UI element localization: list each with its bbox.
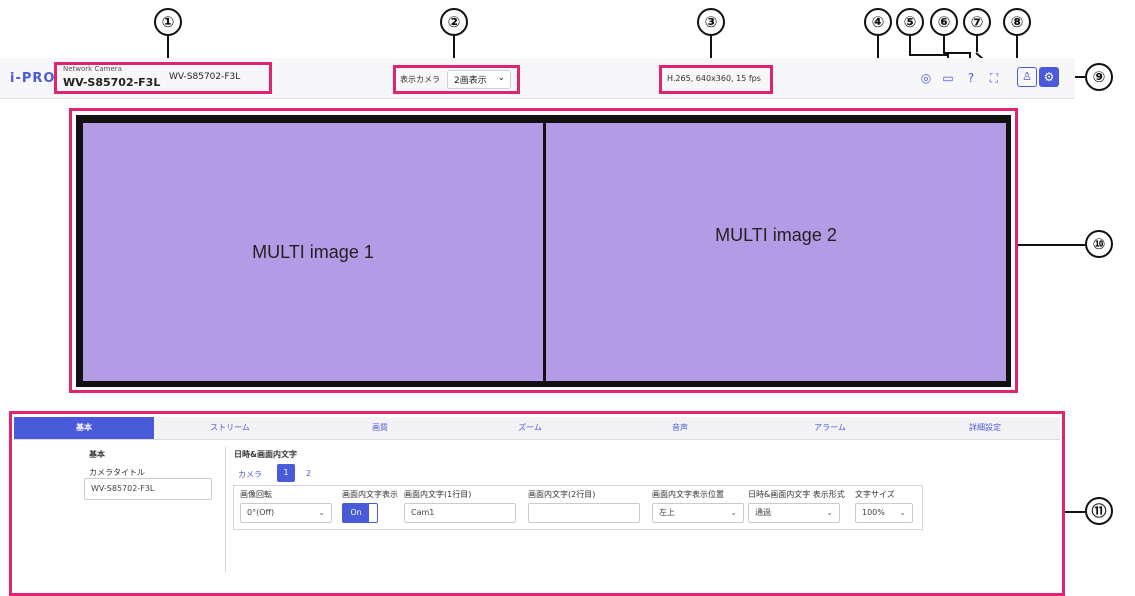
col-font-size: 文字サイズ <box>855 490 895 499</box>
video-record-icon[interactable]: ▭ <box>940 70 956 86</box>
ipro-logo: i-PRO <box>10 71 56 86</box>
leader-line-8 <box>1016 36 1018 60</box>
stream-info: H.265, 640x360, 15 fps <box>667 74 761 83</box>
datetime-format-value: 通過 <box>755 508 771 517</box>
callout-11: ⑪ <box>1085 497 1113 525</box>
osd-toggle-on: On <box>343 504 369 522</box>
leader-line-5 <box>909 36 911 54</box>
chevron-down-icon: ⌄ <box>826 508 833 517</box>
col-osd-display: 画面内文字表示 <box>342 490 398 499</box>
leader-line-6 <box>943 36 945 52</box>
display-camera-value: 2画表示 <box>454 76 487 86</box>
settings-button[interactable]: ⚙ <box>1039 67 1059 87</box>
osd-position-value: 左上 <box>659 508 675 517</box>
basic-heading: 基本 <box>89 450 105 459</box>
osd-line1-input[interactable]: Cam1 <box>404 503 516 523</box>
multi-image-2-label: MULTI image 2 <box>715 225 837 245</box>
camera-type-label: Network Camera <box>63 65 122 73</box>
rotation-value: 0°(Off) <box>247 508 275 517</box>
settings-icon: ⚙ <box>1043 70 1055 84</box>
camera-title-label: カメラタイトル <box>89 468 145 477</box>
tab-image-quality[interactable]: 画質 <box>310 417 450 439</box>
osd-display-toggle[interactable]: On <box>342 503 378 523</box>
callout-4: ④ <box>864 8 892 36</box>
callout-10: ⑩ <box>1085 230 1113 258</box>
fullscreen-icon[interactable]: ⛶ <box>986 70 1002 86</box>
callout-5: ⑤ <box>896 8 924 36</box>
callout-3: ③ <box>697 8 725 36</box>
osd-camera-1-button[interactable]: 1 <box>277 464 295 482</box>
tab-alarm[interactable]: アラーム <box>760 417 900 439</box>
camera-title-input[interactable]: WV-S85702-F3L <box>84 478 212 500</box>
model-name: WV-S85702-F3L <box>63 76 161 89</box>
chevron-down-icon: ⌄ <box>899 508 906 517</box>
panel-divider <box>225 447 226 572</box>
osd-camera-2-button[interactable]: 2 <box>306 469 311 478</box>
display-camera-select[interactable]: 2画表示 ⌄ <box>447 70 511 89</box>
display-camera-label: 表示カメラ <box>400 75 440 84</box>
multi-image-1[interactable]: MULTI image 1 <box>80 120 546 384</box>
leader-line-11 <box>1065 511 1085 513</box>
leader-line-5b <box>909 54 949 56</box>
font-size-value: 100% <box>862 508 885 517</box>
callout-7: ⑦ <box>963 8 991 36</box>
datetime-format-select[interactable]: 通過 ⌄ <box>748 503 840 523</box>
tab-audio[interactable]: 音声 <box>610 417 750 439</box>
callout-2: ② <box>440 8 468 36</box>
live-user-button[interactable]: ♙ <box>1017 67 1037 87</box>
osd-heading: 日時&画面内文字 <box>234 450 297 459</box>
tab-stream[interactable]: ストリーム <box>160 417 300 439</box>
tab-basic[interactable]: 基本 <box>14 417 154 439</box>
osd-position-select[interactable]: 左上 ⌄ <box>652 503 744 523</box>
callout-6: ⑥ <box>930 8 958 36</box>
camera-title: WV-S85702-F3L <box>169 72 241 82</box>
chevron-down-icon: ⌄ <box>497 73 505 83</box>
leader-line-10 <box>1018 244 1085 246</box>
callout-1: ① <box>154 8 182 36</box>
col-osd-line2: 画面内文字(2行目) <box>528 490 596 499</box>
leader-line-7 <box>976 36 978 52</box>
chevron-down-icon: ⌄ <box>730 508 737 517</box>
callout-8: ⑧ <box>1003 8 1031 36</box>
osd-camera-label: カメラ <box>238 470 262 479</box>
callout-9: ⑨ <box>1085 63 1113 91</box>
multi-image-2[interactable]: MULTI image 2 <box>543 120 1009 384</box>
camera-snapshot-icon[interactable]: ◎ <box>918 70 934 86</box>
osd-line2-input[interactable] <box>528 503 640 523</box>
tab-advanced[interactable]: 詳細設定 <box>915 417 1055 439</box>
leader-line-6b <box>943 52 971 54</box>
live-user-icon: ♙ <box>1022 70 1032 83</box>
col-osd-position: 画面内文字表示位置 <box>652 490 724 499</box>
chevron-down-icon: ⌄ <box>318 508 325 517</box>
col-osd-line1: 画面内文字(1行目) <box>404 490 472 499</box>
help-icon[interactable]: ? <box>963 70 979 86</box>
tab-zoom[interactable]: ズーム <box>460 417 600 439</box>
multi-image-1-label: MULTI image 1 <box>252 241 374 262</box>
col-rotation: 画像回転 <box>240 490 272 499</box>
rotation-select[interactable]: 0°(Off) ⌄ <box>240 503 332 523</box>
col-datetime-format: 日時&画面内文字 表示形式 <box>748 490 845 499</box>
font-size-select[interactable]: 100% ⌄ <box>855 503 913 523</box>
